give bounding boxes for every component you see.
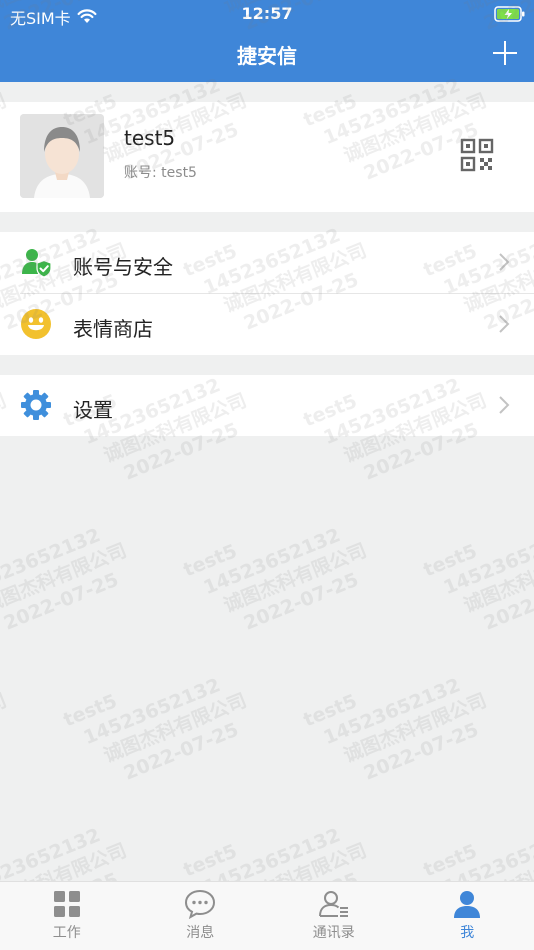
watermark-line: 2022-07-25 xyxy=(0,711,19,799)
status-time: 12:57 xyxy=(241,4,293,23)
watermark-tile: test514523652132诚图杰科有限公司2022-07-25 xyxy=(300,644,499,799)
watermark-line: 2022-07-25 xyxy=(240,568,362,635)
chat-bubble-icon xyxy=(185,889,216,920)
watermark-line: 14523652132 xyxy=(80,674,224,750)
watermark-tile: test514523652132诚图杰科有限公司2022-07-25 xyxy=(420,494,534,649)
profile-account: 账号: test5 xyxy=(124,165,197,181)
menu-label-account-security: 账号与安全 xyxy=(73,255,173,279)
watermark-tile: test514523652132诚图杰科有限公司2022-07-25 xyxy=(60,644,259,799)
menu-item-account-security[interactable]: 账号与安全 xyxy=(0,232,534,293)
tab-me[interactable]: 我 xyxy=(401,882,534,950)
watermark-line: test5 xyxy=(0,794,112,882)
watermark-line: 14523652132 xyxy=(0,666,1,754)
menu-item-settings[interactable]: 设置 xyxy=(0,375,534,436)
smiley-icon xyxy=(21,309,51,339)
menu-item-sticker-store[interactable]: 表情商店 xyxy=(0,294,534,355)
page-title: 捷安信 xyxy=(237,44,297,68)
contacts-icon xyxy=(318,891,348,917)
tab-messages[interactable]: 消息 xyxy=(134,882,268,950)
qr-code-icon[interactable] xyxy=(460,138,494,172)
watermark-line: 14523652132 xyxy=(0,524,104,600)
chevron-right-icon xyxy=(499,396,510,414)
tab-label-contacts: 通讯录 xyxy=(312,925,355,941)
avatar[interactable] xyxy=(20,114,104,198)
default-avatar-icon xyxy=(20,114,104,198)
user-shield-icon xyxy=(22,249,52,278)
menu-label-settings: 设置 xyxy=(73,398,113,422)
menu-label-sticker-store: 表情商店 xyxy=(73,317,153,341)
watermark-line: 2022-07-25 xyxy=(0,568,122,635)
watermark-line: 诚图杰科有限公司 xyxy=(0,689,10,767)
watermark-line: 诚图杰科有限公司 xyxy=(460,539,534,617)
watermark-line: 2022-07-25 xyxy=(480,568,534,635)
status-bar: 无SIM卡 12:57 xyxy=(0,0,534,30)
header: 无SIM卡 12:57 捷安信 xyxy=(0,0,534,82)
chevron-right-icon xyxy=(499,253,510,271)
profile-card[interactable]: test5 账号: test5 xyxy=(0,102,534,212)
watermark-line: 诚图杰科有限公司 xyxy=(220,539,370,617)
watermark-line: test5 xyxy=(420,540,481,582)
watermark-tile: test514523652132诚图杰科有限公司2022-07-25 xyxy=(0,494,139,649)
watermark-line: 2022-07-25 xyxy=(120,718,242,785)
tab-label-me: 我 xyxy=(460,925,475,941)
watermark-line: 诚图杰科有限公司 xyxy=(100,689,250,767)
plus-icon[interactable] xyxy=(490,38,520,68)
chevron-right-icon xyxy=(499,315,510,333)
watermark-line: test5 xyxy=(180,540,241,582)
tab-work[interactable]: 工作 xyxy=(0,882,134,950)
person-icon xyxy=(454,891,481,918)
watermark-line: test5 xyxy=(60,690,121,732)
watermark-line: 诚图杰科有限公司 xyxy=(340,689,490,767)
grid-icon xyxy=(53,891,80,917)
watermark-tile: test514523652132诚图杰科有限公司2022-07-25 xyxy=(180,494,379,649)
watermark-line: 诚图杰科有限公司 xyxy=(0,539,130,617)
menu-group-account: 账号与安全 表情商店 xyxy=(0,232,534,355)
watermark-line: test5 xyxy=(0,494,112,582)
watermark-line: test5 xyxy=(180,840,241,882)
menu-group-settings: 设置 xyxy=(0,375,534,436)
profile-name: test5 xyxy=(124,126,176,150)
gear-icon xyxy=(21,390,51,420)
tab-bar: 工作 消息 通讯录 我 xyxy=(0,881,534,950)
watermark-line: test5 xyxy=(420,840,481,882)
watermark-line: 14523652132 xyxy=(440,524,534,600)
tab-label-work: 工作 xyxy=(52,925,81,941)
watermark-line: 2022-07-25 xyxy=(360,718,482,785)
tab-label-messages: 消息 xyxy=(186,925,215,941)
watermark-tile: test514523652132诚图杰科有限公司2022-07-25 xyxy=(0,644,19,799)
watermark-line: test5 xyxy=(300,690,361,732)
app-screen: 无SIM卡 12:57 捷安信 test5 账号: test5 账号与安全 表情… xyxy=(0,0,534,950)
watermark-line: 14523652132 xyxy=(320,674,464,750)
battery-charging-icon xyxy=(494,6,525,22)
watermark-line: 14523652132 xyxy=(200,524,344,600)
tab-contacts[interactable]: 通讯录 xyxy=(267,882,401,950)
